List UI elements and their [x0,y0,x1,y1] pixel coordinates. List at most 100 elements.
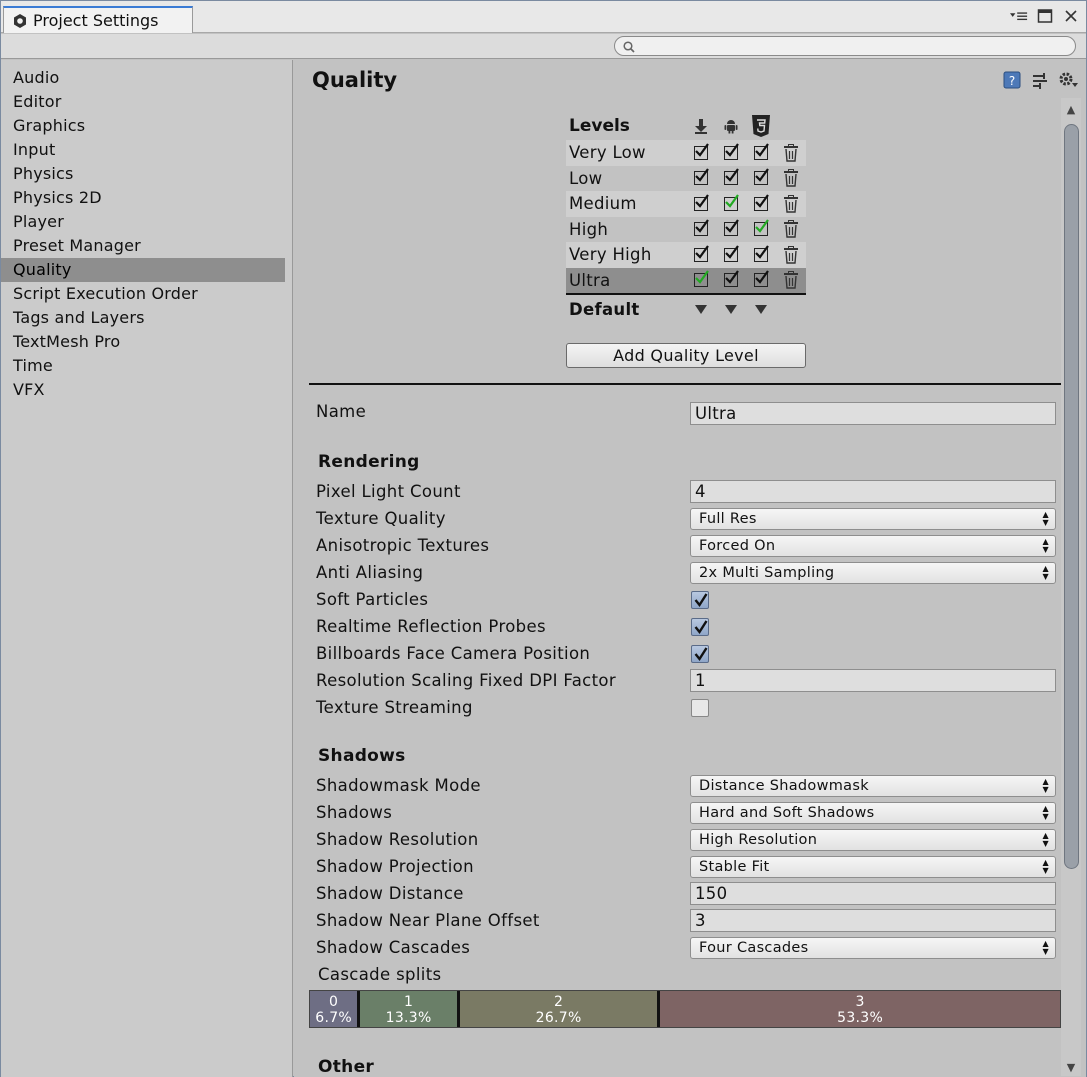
search-bar [1,34,1086,59]
dropdown-value: Hard and Soft Shadows [699,805,875,821]
cascade-split-1[interactable]: 1 13.3% [360,991,460,1027]
default-dropdown-standalone[interactable] [686,297,716,322]
trash-icon[interactable] [776,217,806,242]
level-check[interactable] [686,191,716,216]
level-check[interactable] [716,242,746,267]
android-icon [716,113,746,139]
level-name: High [569,219,609,239]
name-field[interactable]: Ultra [690,402,1056,425]
level-check[interactable] [686,242,716,267]
preset-sliders-icon[interactable] [1030,70,1050,90]
sidebar-item-script-execution-order[interactable]: Script Execution Order [1,282,285,306]
default-dropdown-webgl[interactable] [746,297,776,322]
shadowmask-mode-dropdown[interactable]: Distance Shadowmask ▲ ▼ [690,775,1056,797]
settings-gear-menu-icon[interactable] [1058,70,1078,90]
trash-icon[interactable] [776,166,806,191]
default-label: Default [569,299,640,319]
close-icon[interactable] [1062,7,1080,25]
maximize-icon[interactable] [1036,7,1054,25]
levels-rows: Very Low Low Medium High Very High Ultra [566,140,806,295]
shadow-near-plane-field[interactable]: 3 [690,909,1056,932]
cascade-split-0[interactable]: 0 6.7% [310,991,361,1027]
texture-streaming-checkbox[interactable] [691,699,709,717]
cascade-split-2[interactable]: 2 26.7% [460,991,661,1027]
cascade-percent: 26.7% [535,1010,582,1026]
level-check[interactable] [716,191,746,216]
sidebar-item-preset-manager[interactable]: Preset Manager [1,234,285,258]
scroll-down-arrow-icon[interactable]: ▼ [1065,1062,1077,1074]
svg-text:?: ? [1009,74,1015,88]
level-check[interactable] [746,191,776,216]
shadow-distance-label: Shadow Distance [316,884,464,903]
realtime-reflection-probes-checkbox[interactable] [691,618,709,636]
texture-quality-dropdown[interactable]: Full Res ▲ ▼ [690,508,1056,530]
sidebar-item-vfx[interactable]: VFX [1,378,285,402]
level-row-very-low[interactable]: Very Low [566,140,806,166]
level-check[interactable] [746,166,776,191]
level-row-very-high[interactable]: Very High [566,242,806,268]
sidebar-item-player[interactable]: Player [1,210,285,234]
sidebar-item-textmesh-pro[interactable]: TextMesh Pro [1,330,285,354]
level-check[interactable] [746,217,776,242]
anti-aliasing-dropdown[interactable]: 2x Multi Sampling ▲ ▼ [690,562,1056,584]
level-check[interactable] [686,140,716,165]
search-input[interactable] [614,36,1076,56]
level-check[interactable] [686,268,716,293]
sidebar-item-physics-2d[interactable]: Physics 2D [1,186,285,210]
sidebar-item-time[interactable]: Time [1,354,285,378]
shadow-distance-field[interactable]: 150 [690,882,1056,905]
tab-project-settings[interactable]: Project Settings [3,6,193,33]
level-check[interactable] [746,140,776,165]
add-quality-level-button[interactable]: Add Quality Level [566,343,806,368]
level-row-high[interactable]: High [566,217,806,243]
level-row-ultra[interactable]: Ultra [566,267,806,293]
anisotropic-textures-dropdown[interactable]: Forced On ▲ ▼ [690,535,1056,557]
cascade-splits-bar[interactable]: 0 6.7% 1 13.3% 2 26.7% 3 53.3% [309,990,1061,1028]
triangle-down-icon [695,304,707,314]
cascade-split-3[interactable]: 3 53.3% [660,991,1060,1027]
cascade-index: 2 [554,994,564,1010]
billboards-face-camera-checkbox[interactable] [691,645,709,663]
level-check[interactable] [686,166,716,191]
shadow-resolution-dropdown[interactable]: High Resolution ▲ ▼ [690,829,1056,851]
trash-icon[interactable] [776,140,806,165]
level-check[interactable] [716,268,746,293]
default-dropdown-android[interactable] [716,297,746,322]
sidebar-item-editor[interactable]: Editor [1,90,285,114]
level-name: Ultra [569,270,611,290]
checkmark-icon [754,168,769,186]
checkmark-icon [754,219,769,237]
sidebar-item-audio[interactable]: Audio [1,66,285,90]
shadows-header: Shadows [318,746,406,766]
sidebar-item-graphics[interactable]: Graphics [1,114,285,138]
level-check[interactable] [746,242,776,267]
level-check[interactable] [746,268,776,293]
level-check[interactable] [716,140,746,165]
dpi-factor-field[interactable]: 1 [690,669,1056,692]
scrollbar-thumb[interactable] [1064,124,1079,869]
level-row-medium[interactable]: Medium [566,191,806,217]
updown-arrows-icon: ▲ ▼ [1042,777,1049,794]
shadow-cascades-dropdown[interactable]: Four Cascades ▲ ▼ [690,937,1056,959]
menu-icon[interactable] [1010,7,1028,25]
tab-title: Project Settings [33,11,159,30]
level-check[interactable] [716,217,746,242]
scroll-up-arrow-icon[interactable]: ▲ [1065,104,1077,116]
trash-icon[interactable] [776,242,806,267]
level-check[interactable] [716,166,746,191]
shadows-dropdown[interactable]: Hard and Soft Shadows ▲ ▼ [690,802,1056,824]
anisotropic-textures-label: Anisotropic Textures [316,536,490,555]
level-check[interactable] [686,217,716,242]
help-book-icon[interactable]: ? [1002,70,1022,90]
trash-icon[interactable] [776,191,806,216]
trash-icon[interactable] [776,268,806,293]
sidebar-item-input[interactable]: Input [1,138,285,162]
level-row-low[interactable]: Low [566,166,806,192]
sidebar-item-quality[interactable]: Quality [1,258,285,282]
pixel-light-count-field[interactable]: 4 [690,480,1056,503]
shadow-projection-dropdown[interactable]: Stable Fit ▲ ▼ [690,856,1056,878]
sidebar-item-physics[interactable]: Physics [1,162,285,186]
vertical-scrollbar[interactable]: ▲ ▼ [1061,98,1081,1076]
soft-particles-checkbox[interactable] [691,591,709,609]
sidebar-item-tags-and-layers[interactable]: Tags and Layers [1,306,285,330]
